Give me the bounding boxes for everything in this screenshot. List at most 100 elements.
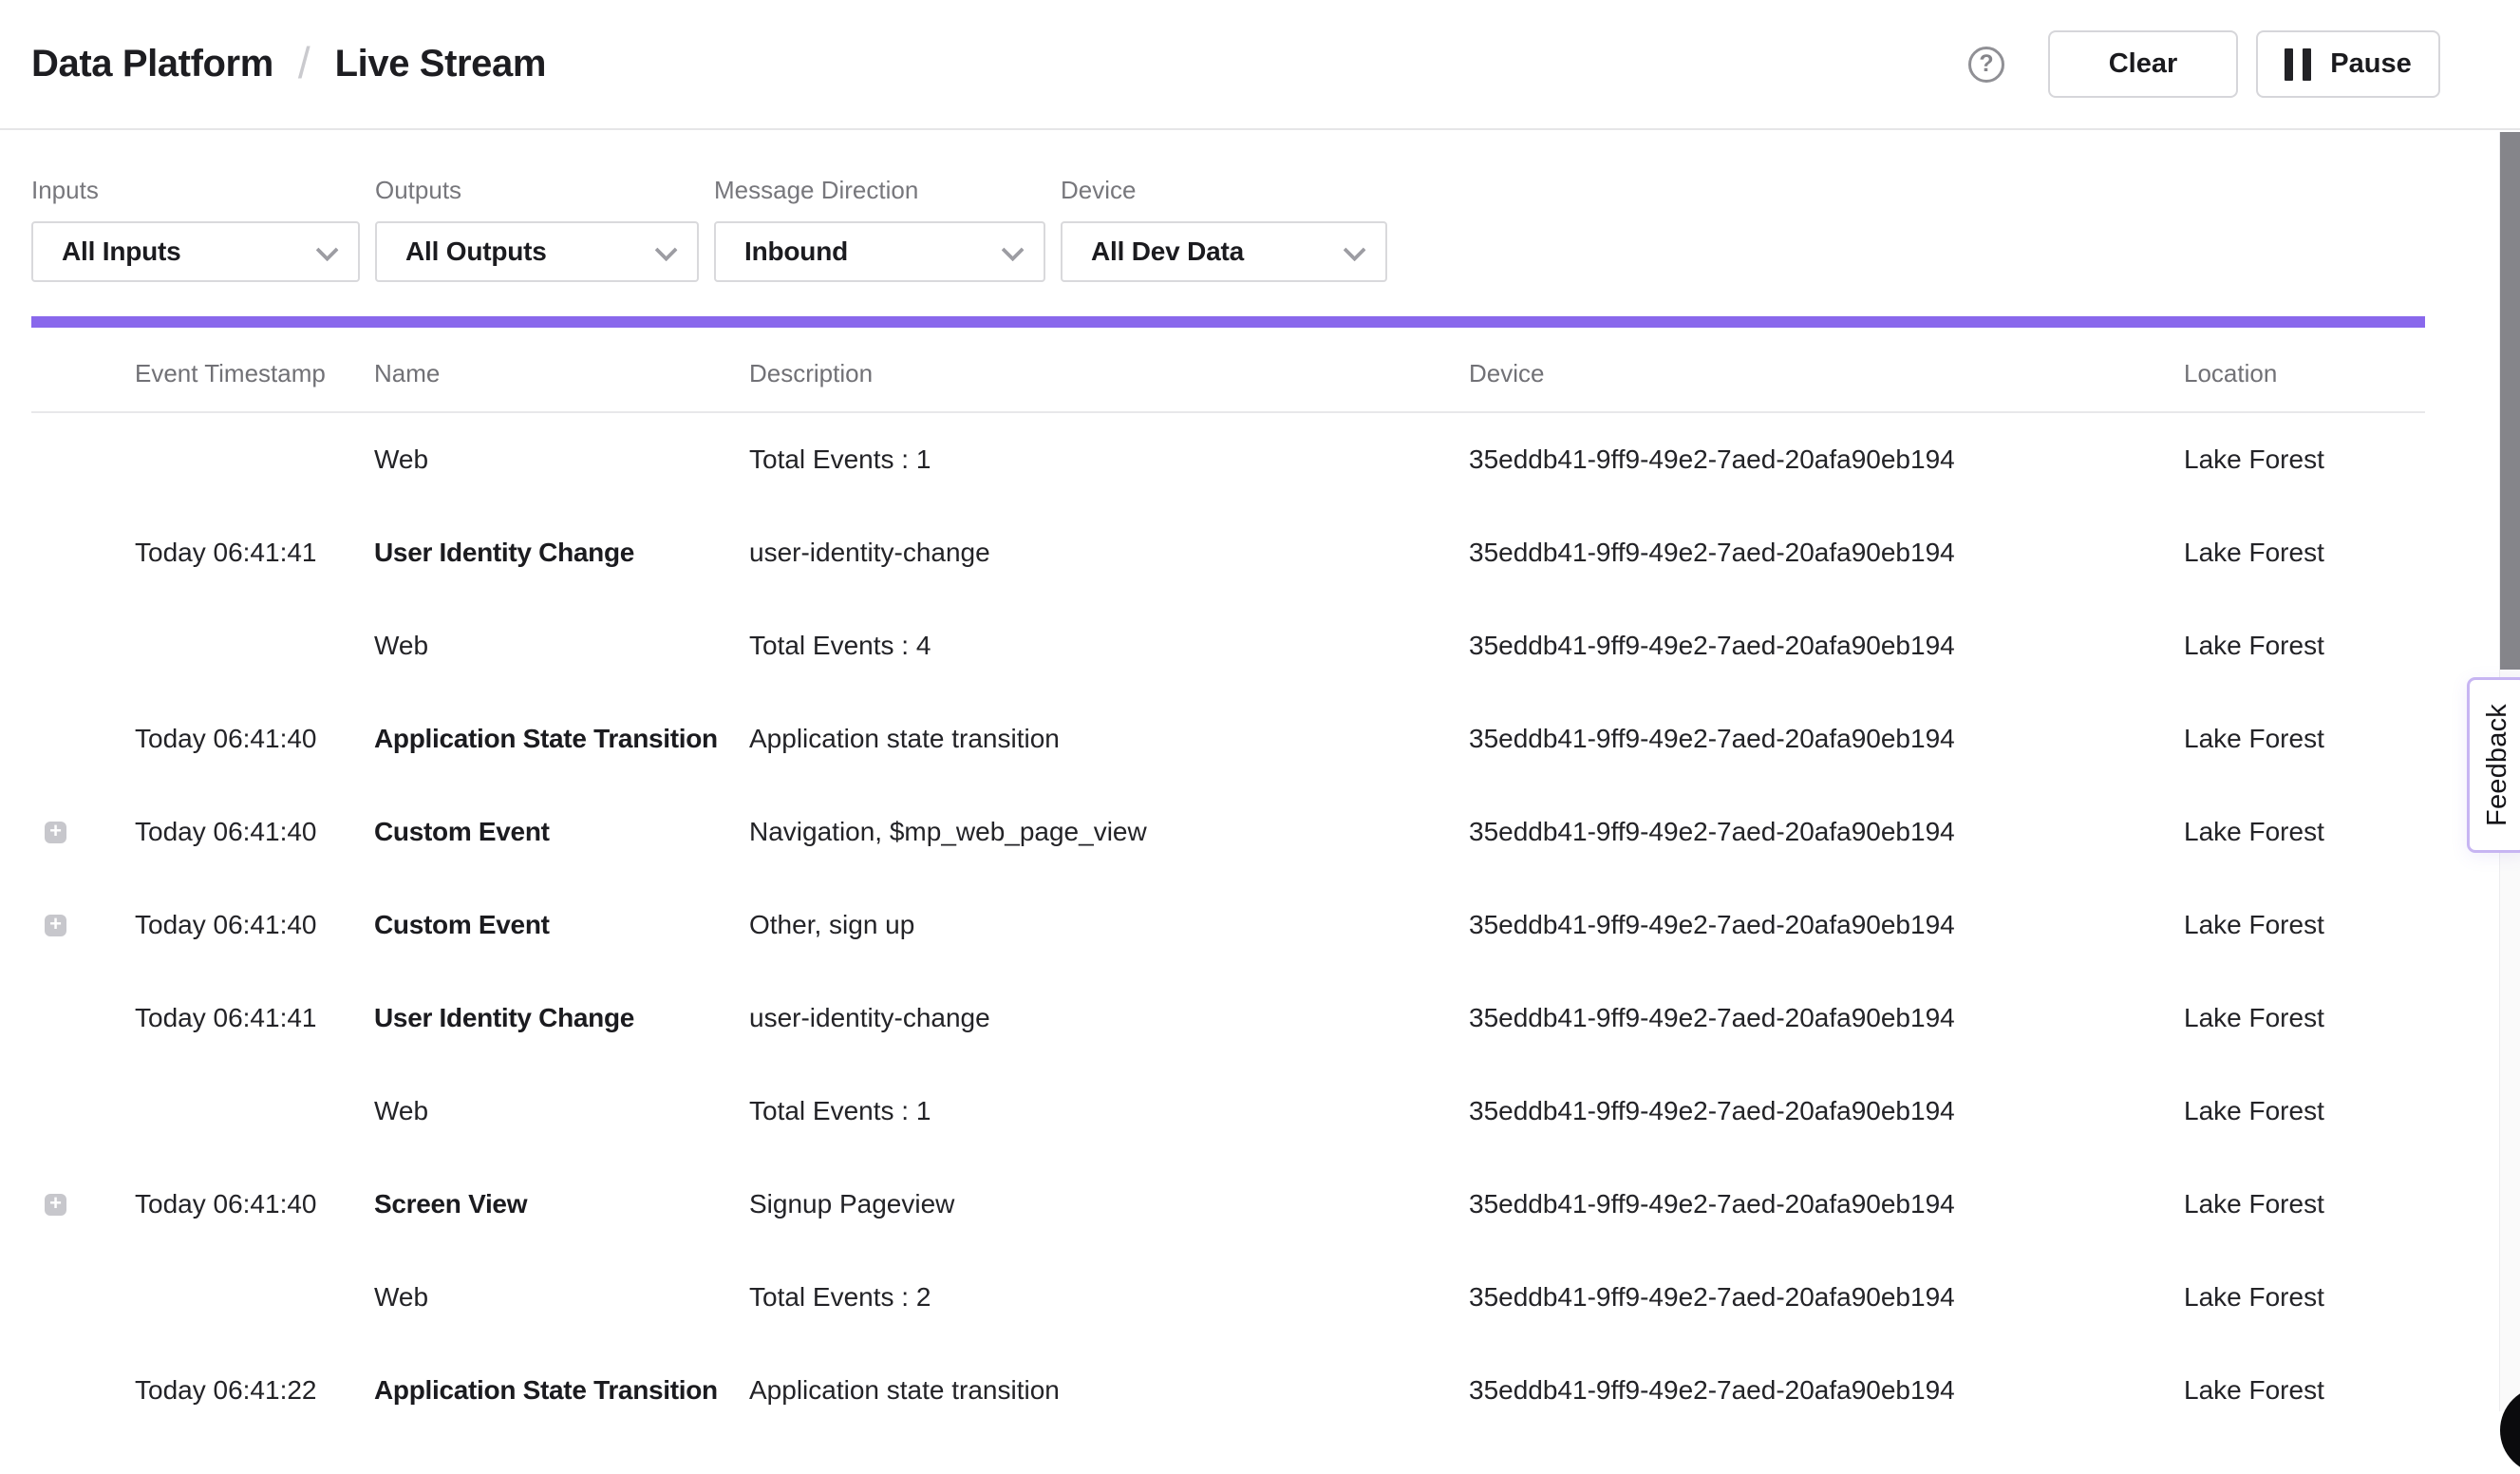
breadcrumb-separator: /: [298, 37, 310, 88]
expand-cell: +: [31, 728, 135, 750]
location-cell: Lake Forest: [2184, 1282, 2425, 1313]
feedback-tab-label: Feedback: [2482, 704, 2513, 826]
expand-cell: +: [31, 1008, 135, 1030]
event-name-cell: Application State Transition: [374, 1375, 749, 1406]
filter-label: Outputs: [375, 176, 699, 205]
event-name-cell: Application State Transition: [374, 724, 749, 754]
filter-label: Message Direction: [714, 176, 1045, 205]
table-row[interactable]: + WebTotal Events : 235eddb41-9ff9-49e2-7…: [31, 1251, 2425, 1344]
filter-label: Inputs: [31, 176, 360, 205]
expand-cell: +: [31, 1287, 135, 1309]
chevron-down-icon: [655, 238, 678, 261]
device-id-cell: 35eddb41-9ff9-49e2-7aed-20afa90eb194: [1469, 444, 2184, 475]
chevron-down-icon: [1002, 238, 1025, 261]
event-description-cell: Application state transition: [749, 1375, 1469, 1406]
table-row[interactable]: + Today 06:41:40Screen ViewSignup Pagevie…: [31, 1158, 2425, 1251]
table-row[interactable]: +Today 06:41:40Application State Transit…: [31, 692, 2425, 785]
table-header-row: Event Timestamp Name Description Device …: [31, 328, 2425, 413]
feedback-tab[interactable]: Feedback: [2467, 677, 2520, 853]
column-header-name: Name: [374, 359, 749, 388]
table-row[interactable]: + Today 06:41:40Custom EventNavigation, $…: [31, 785, 2425, 879]
event-timestamp-cell: Today 06:41:40: [135, 724, 374, 754]
table-body: +WebTotal Events : 135eddb41-9ff9-49e2-7…: [31, 413, 2425, 1437]
filter-group-device: Device All Dev Data: [1061, 176, 1387, 282]
location-cell: Lake Forest: [2184, 1003, 2425, 1033]
expand-row-button[interactable]: +: [45, 915, 66, 936]
page-title: Live Stream: [335, 43, 546, 85]
select-value: All Dev Data: [1091, 236, 1244, 267]
location-cell: Lake Forest: [2184, 538, 2425, 568]
event-table: Event Timestamp Name Description Device …: [31, 328, 2425, 1437]
event-name-cell: Screen View: [374, 1189, 749, 1219]
location-cell: Lake Forest: [2184, 1189, 2425, 1219]
clear-button[interactable]: Clear: [2048, 30, 2238, 98]
location-cell: Lake Forest: [2184, 444, 2425, 475]
device-id-cell: 35eddb41-9ff9-49e2-7aed-20afa90eb194: [1469, 1096, 2184, 1126]
expand-cell: +: [31, 915, 135, 936]
location-cell: Lake Forest: [2184, 1096, 2425, 1126]
expand-row-button[interactable]: +: [45, 822, 66, 843]
device-id-cell: 35eddb41-9ff9-49e2-7aed-20afa90eb194: [1469, 631, 2184, 661]
event-name-cell: User Identity Change: [374, 1003, 749, 1033]
device-id-cell: 35eddb41-9ff9-49e2-7aed-20afa90eb194: [1469, 1189, 2184, 1219]
table-row[interactable]: +WebTotal Events : 435eddb41-9ff9-49e2-7…: [31, 599, 2425, 692]
expand-cell: +: [31, 635, 135, 657]
event-name-cell: Web: [374, 444, 749, 475]
expand-cell: +: [31, 449, 135, 471]
device-id-cell: 35eddb41-9ff9-49e2-7aed-20afa90eb194: [1469, 817, 2184, 847]
location-cell: Lake Forest: [2184, 910, 2425, 940]
table-row[interactable]: +Today 06:41:40Custom EventOther, sign u…: [31, 879, 2425, 972]
location-cell: Lake Forest: [2184, 1375, 2425, 1406]
device-id-cell: 35eddb41-9ff9-49e2-7aed-20afa90eb194: [1469, 910, 2184, 940]
event-timestamp-cell: Today 06:41:40: [135, 1189, 374, 1219]
event-description-cell: Total Events : 2: [749, 1282, 1469, 1313]
event-description-cell: Navigation, $mp_web_page_view: [749, 817, 1469, 847]
table-row[interactable]: +WebTotal Events : 135eddb41-9ff9-49e2-7…: [31, 413, 2425, 506]
chevron-down-icon: [1344, 238, 1366, 261]
location-cell: Lake Forest: [2184, 817, 2425, 847]
column-header-event-timestamp: Event Timestamp: [135, 359, 374, 388]
event-description-cell: user-identity-change: [749, 1003, 1469, 1033]
table-row[interactable]: +Today 06:41:22Application State Transit…: [31, 1344, 2425, 1437]
expand-row-button[interactable]: +: [45, 1194, 66, 1216]
select-inputs[interactable]: All Inputs: [31, 221, 360, 282]
chevron-down-icon: [316, 238, 339, 261]
column-header-description: Description: [749, 359, 1469, 388]
column-header-location: Location: [2184, 359, 2425, 388]
expand-cell: +: [31, 1380, 135, 1402]
event-timestamp-cell: Today 06:41:40: [135, 910, 374, 940]
pause-button[interactable]: Pause: [2256, 30, 2440, 98]
event-timestamp-cell: Today 06:41:40: [135, 817, 374, 847]
event-name-cell: Web: [374, 1282, 749, 1313]
event-timestamp-cell: Today 06:41:41: [135, 538, 374, 568]
device-id-cell: 35eddb41-9ff9-49e2-7aed-20afa90eb194: [1469, 1282, 2184, 1313]
location-cell: Lake Forest: [2184, 631, 2425, 661]
event-timestamp-cell: Today 06:41:22: [135, 1375, 374, 1406]
table-row[interactable]: +Today 06:41:41User Identity Changeuser-…: [31, 506, 2425, 599]
event-description-cell: Signup Pageview: [749, 1189, 1469, 1219]
live-stream-progress-bar: [31, 316, 2425, 328]
breadcrumb: Data Platform / Live Stream: [31, 39, 546, 90]
event-name-cell: Web: [374, 1096, 749, 1126]
select-outputs[interactable]: All Outputs: [375, 221, 699, 282]
event-name-cell: Custom Event: [374, 817, 749, 847]
expand-cell: +: [31, 822, 135, 843]
select-value: All Inputs: [62, 236, 181, 267]
device-id-cell: 35eddb41-9ff9-49e2-7aed-20afa90eb194: [1469, 724, 2184, 754]
table-row[interactable]: +Today 06:41:41User Identity Changeuser-…: [31, 972, 2425, 1065]
filter-group-message-direction: Message Direction Inbound: [714, 176, 1045, 282]
breadcrumb-data-platform[interactable]: Data Platform: [31, 43, 273, 85]
event-description-cell: user-identity-change: [749, 538, 1469, 568]
help-icon[interactable]: ?: [1968, 47, 2004, 83]
event-description-cell: Other, sign up: [749, 910, 1469, 940]
app-header: Data Platform / Live Stream ? Clear Paus…: [0, 0, 2520, 130]
select-value: Inbound: [744, 236, 848, 267]
device-id-cell: 35eddb41-9ff9-49e2-7aed-20afa90eb194: [1469, 1375, 2184, 1406]
select-message-direction[interactable]: Inbound: [714, 221, 1045, 282]
scrollbar-thumb[interactable]: [2500, 132, 2520, 670]
filter-label: Device: [1061, 176, 1387, 205]
table-row[interactable]: +WebTotal Events : 135eddb41-9ff9-49e2-7…: [31, 1065, 2425, 1158]
column-header-device: Device: [1469, 359, 2184, 388]
select-device[interactable]: All Dev Data: [1061, 221, 1387, 282]
device-id-cell: 35eddb41-9ff9-49e2-7aed-20afa90eb194: [1469, 538, 2184, 568]
